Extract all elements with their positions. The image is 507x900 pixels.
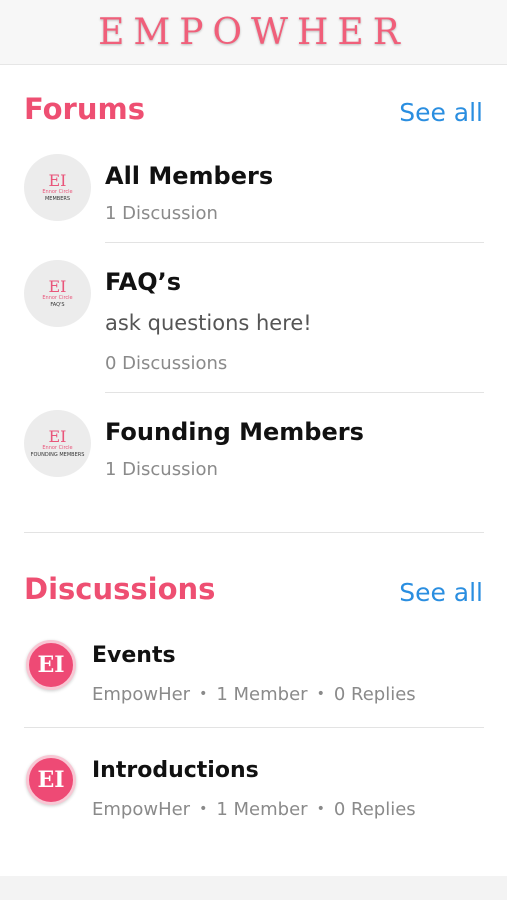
discussion-avatar: EI xyxy=(26,640,76,690)
section-divider xyxy=(24,532,484,533)
discussion-members: 1 Member xyxy=(216,799,308,820)
forums-title: Forums xyxy=(24,92,145,126)
discussions-see-all-link[interactable]: See all xyxy=(399,578,483,607)
discussion-meta: EmpowHer • 1 Member • 0 Replies xyxy=(92,684,416,705)
forums-see-all-link[interactable]: See all xyxy=(399,98,483,127)
forum-discussion-count: 0 Discussions xyxy=(105,353,228,374)
discussion-replies: 0 Replies xyxy=(333,799,416,820)
forum-avatar: EI Ennor Circle FAQ'S xyxy=(24,260,91,327)
discussions-title: Discussions xyxy=(24,572,216,606)
discussion-row-events[interactable] xyxy=(0,636,507,726)
forum-description: ask questions here! xyxy=(105,311,312,335)
discussion-author: EmpowHer xyxy=(92,684,191,705)
discussion-replies: 0 Replies xyxy=(333,684,416,705)
forum-avatar: EI Ennor Circle MEMBERS xyxy=(24,154,91,221)
forum-avatar: EI Ennor Circle FOUNDING MEMBERS xyxy=(24,410,91,477)
forum-title: All Members xyxy=(105,162,274,190)
divider xyxy=(105,392,484,393)
divider xyxy=(24,727,484,728)
app-header: EMPOWHER xyxy=(0,0,507,65)
discussion-title: Introductions xyxy=(92,758,259,783)
brand-logo: EMPOWHER xyxy=(98,11,409,53)
forum-discussion-count: 1 Discussion xyxy=(105,459,218,480)
discussion-meta: EmpowHer • 1 Member • 0 Replies xyxy=(92,799,416,820)
discussion-title: Events xyxy=(92,643,176,668)
discussion-members: 1 Member xyxy=(216,684,308,705)
forum-discussion-count: 1 Discussion xyxy=(105,203,218,224)
bottom-bar xyxy=(0,876,507,900)
discussion-author: EmpowHer xyxy=(92,799,191,820)
forum-title: Founding Members xyxy=(105,418,364,446)
divider xyxy=(105,242,484,243)
forum-title: FAQ’s xyxy=(105,268,182,296)
discussion-avatar: EI xyxy=(26,755,76,805)
